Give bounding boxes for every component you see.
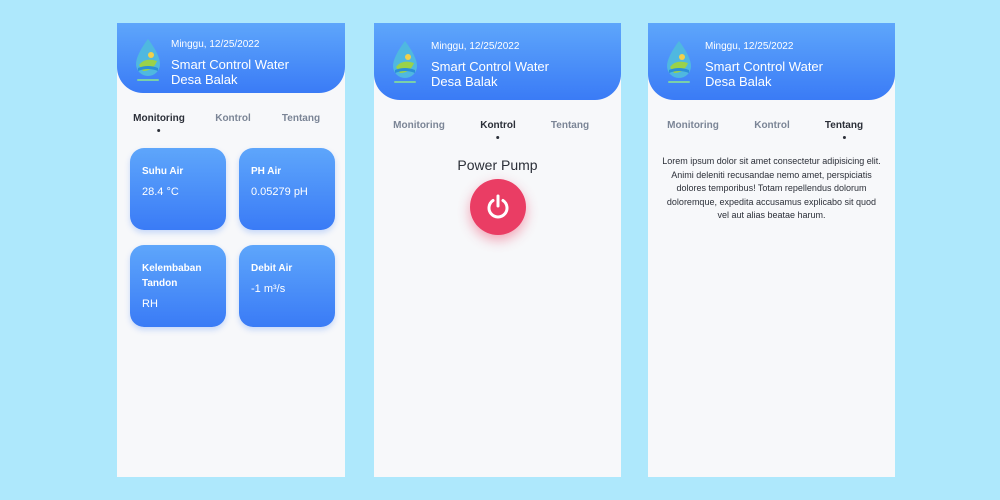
tab-kontrol[interactable]: Kontrol [215, 113, 251, 124]
tentang-screen: Minggu, 12/25/2022 Smart Control Water D… [648, 23, 895, 477]
app-title-line1: Smart Control Water [171, 57, 289, 72]
card-ph-air: PH Air 0.05279 pH [239, 148, 335, 230]
tab-label: Monitoring [393, 120, 445, 131]
card-label: PH Air [251, 166, 282, 177]
card-label: Suhu Air [142, 166, 184, 177]
tab-kontrol[interactable]: Kontrol [480, 120, 516, 139]
app-title-line1: Smart Control Water [705, 59, 823, 74]
tab-monitoring[interactable]: Monitoring [133, 113, 185, 132]
app-title-line2: Desa Balak [431, 74, 498, 89]
power-pump-label: Power Pump [457, 157, 538, 173]
tab-kontrol[interactable]: Kontrol [754, 120, 790, 131]
water-drop-logo-icon [667, 41, 691, 83]
tab-tentang[interactable]: Tentang [825, 120, 863, 139]
card-value: 0.05279 pH [251, 186, 308, 198]
tab-label: Kontrol [215, 113, 251, 124]
card-value: RH [142, 298, 158, 310]
about-text: Lorem ipsum dolor sit amet consectetur a… [662, 156, 881, 220]
tab-label: Tentang [824, 120, 864, 131]
power-icon [487, 194, 509, 219]
tab-label: Monitoring [667, 120, 719, 131]
header-date: Minggu, 12/25/2022 [705, 41, 794, 52]
water-drop-logo-icon [393, 41, 417, 83]
card-label: Kelembaban Tandon [142, 263, 202, 289]
monitoring-screen: Minggu, 12/25/2022 Smart Control Water D… [117, 23, 345, 477]
card-value: 28.4 °C [142, 186, 179, 198]
active-tab-dot [842, 136, 846, 139]
tab-label: Monitoring [133, 113, 185, 124]
app-title-line2: Desa Balak [171, 72, 238, 87]
header-date: Minggu, 12/25/2022 [171, 39, 260, 50]
power-pump-button[interactable] [470, 179, 526, 235]
tab-label: Tentang [550, 120, 590, 131]
card-kelembaban-tandon: Kelembaban Tandon RH [130, 245, 226, 327]
active-tab-dot [157, 129, 161, 132]
card-value: -1 m³/s [251, 283, 286, 295]
app-title-line1: Smart Control Water [431, 59, 549, 74]
header-date: Minggu, 12/25/2022 [431, 41, 520, 52]
card-label: Debit Air [251, 263, 293, 274]
active-tab-dot [496, 136, 500, 139]
card-suhu-air: Suhu Air 28.4 °C [130, 148, 226, 230]
app-header: Minggu, 12/25/2022 Smart Control Water D… [648, 23, 895, 100]
tab-monitoring[interactable]: Monitoring [667, 120, 719, 131]
tab-label: Kontrol [754, 120, 790, 131]
app-title-line2: Desa Balak [705, 74, 772, 89]
tab-tentang[interactable]: Tentang [551, 120, 589, 131]
tab-monitoring[interactable]: Monitoring [393, 120, 445, 131]
tab-label: Tentang [281, 113, 321, 124]
tab-label: Kontrol [480, 120, 516, 131]
tab-tentang[interactable]: Tentang [282, 113, 320, 124]
app-header: Minggu, 12/25/2022 Smart Control Water D… [374, 23, 621, 100]
card-debit-air: Debit Air -1 m³/s [239, 245, 335, 327]
water-drop-logo-icon [136, 39, 160, 81]
kontrol-screen: Minggu, 12/25/2022 Smart Control Water D… [374, 23, 621, 477]
app-header: Minggu, 12/25/2022 Smart Control Water D… [117, 23, 345, 93]
